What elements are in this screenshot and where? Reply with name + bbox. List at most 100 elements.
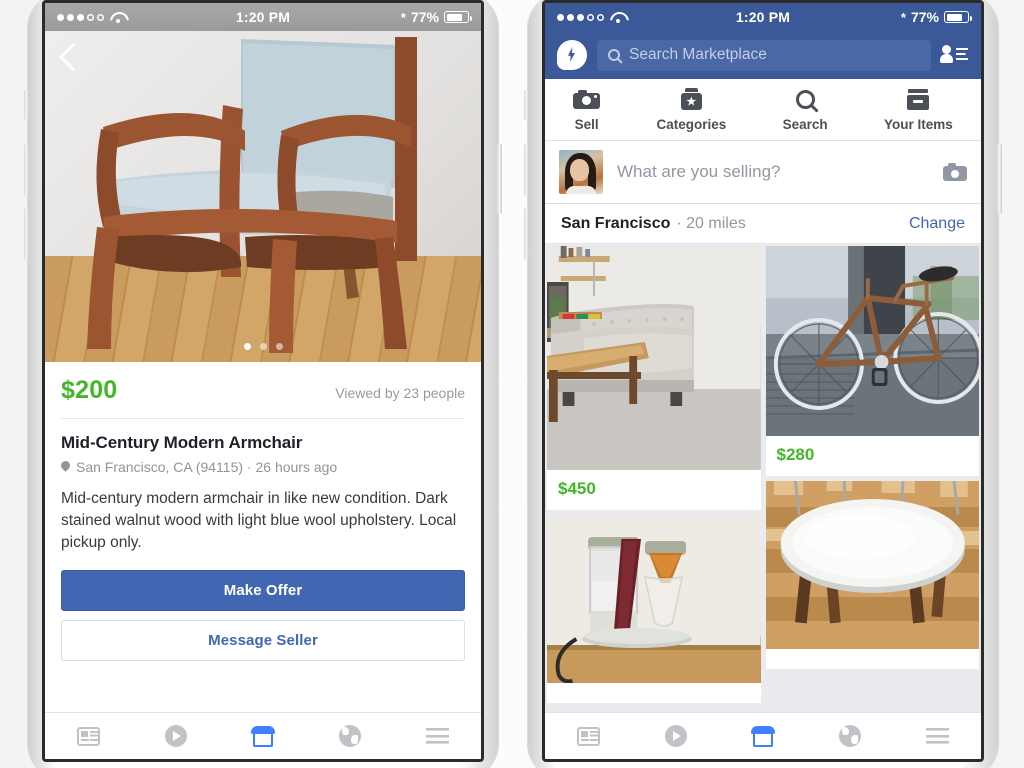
location-city: San Francisco	[561, 214, 671, 232]
composer-placeholder: What are you selling?	[617, 162, 781, 181]
listing-column-right: $280	[765, 246, 980, 703]
nav-menu[interactable]	[922, 723, 952, 749]
video-play-icon	[664, 725, 687, 747]
listing-price-coffee	[547, 683, 761, 703]
nav-news-feed[interactable]	[574, 723, 604, 749]
search-icon	[795, 87, 815, 111]
nav-video[interactable]	[661, 723, 691, 749]
bottom-nav-bar	[545, 712, 981, 759]
product-photo[interactable]	[45, 31, 481, 362]
tab-categories[interactable]: ★ Categories	[656, 87, 727, 132]
avatar[interactable]	[559, 150, 603, 194]
listing-column-left: $450	[547, 246, 761, 703]
battery-icon	[444, 11, 472, 23]
photo-page-dots	[45, 343, 481, 350]
message-seller-button[interactable]: Message Seller	[61, 620, 465, 661]
camera-icon[interactable]	[943, 163, 967, 181]
power-button	[497, 144, 502, 214]
listing-detail-panel: $200 Viewed by 23 people Mid-Century Mod…	[45, 362, 481, 712]
listing-card-bike[interactable]: $280	[765, 246, 979, 476]
news-feed-icon	[77, 726, 101, 746]
listing-image-coffee	[547, 515, 761, 684]
screenshot-stage: 1:20 PM * 77% $200 Viewed by 23 people M…	[0, 0, 1024, 768]
nav-notifications[interactable]	[335, 723, 365, 749]
armchair-illustration	[45, 31, 481, 362]
status-bar: 1:20 PM * 77%	[545, 3, 981, 31]
location-filter-row: San Francisco · 20 miles Change	[545, 204, 981, 244]
tab-search-label: Search	[782, 117, 828, 132]
hamburger-menu-icon	[925, 728, 949, 744]
tab-search[interactable]: Search	[783, 87, 828, 132]
page-dot-3[interactable]	[275, 343, 283, 350]
sell-composer-row[interactable]: What are you selling?	[545, 141, 981, 204]
listing-description: Mid-century modern armchair in like new …	[61, 490, 457, 551]
listing-price-sofa: $450	[558, 479, 596, 498]
jar-star-icon: ★	[680, 87, 702, 111]
right-phone-screen: 1:20 PM * 77% Search Marketplace Sell ★ …	[542, 0, 984, 762]
globe-notifications-icon	[839, 725, 862, 747]
tab-categories-label: Categories	[656, 117, 727, 132]
location-distance: · 20 miles	[676, 214, 746, 232]
news-feed-icon	[577, 726, 601, 746]
change-location-link[interactable]: Change	[909, 215, 965, 233]
app-header-bar: Search Marketplace	[545, 31, 981, 79]
search-placeholder: Search Marketplace	[629, 46, 767, 63]
status-bar-time: 1:20 PM	[235, 9, 291, 25]
volume-down-button	[524, 208, 529, 260]
listing-meta-row: San Francisco, CA (94115) · 26 hours ago	[61, 453, 465, 475]
bottom-nav-bar	[45, 712, 481, 759]
listing-grid: $450 $280	[545, 246, 981, 703]
nav-marketplace[interactable]	[248, 723, 278, 749]
left-phone-screen: 1:20 PM * 77% $200 Viewed by 23 people M…	[42, 0, 484, 762]
volume-up-button	[524, 144, 529, 196]
listing-title: Mid-Century Modern Armchair	[61, 433, 303, 452]
video-play-icon	[164, 725, 187, 747]
listing-image-table	[765, 481, 979, 649]
nav-news-feed[interactable]	[74, 723, 104, 749]
listing-location: San Francisco, CA (94115) · 26 hours ago	[76, 459, 338, 475]
mute-switch	[524, 90, 529, 120]
archive-box-icon	[907, 87, 930, 111]
map-pin-icon	[61, 461, 70, 474]
page-dot-1[interactable]	[243, 343, 251, 350]
nav-marketplace[interactable]	[748, 723, 778, 749]
search-input[interactable]: Search Marketplace	[597, 39, 931, 71]
volume-down-button	[24, 208, 29, 260]
volume-up-button	[24, 144, 29, 196]
marketplace-feed[interactable]: $450 $280	[545, 244, 981, 712]
left-phone-device: 1:20 PM * 77% $200 Viewed by 23 people M…	[24, 0, 502, 768]
listing-price-table	[766, 649, 980, 669]
status-bar-time: 1:20 PM	[735, 9, 791, 25]
right-phone-device: 1:20 PM * 77% Search Marketplace Sell ★ …	[524, 0, 1002, 768]
listing-card-sofa[interactable]: $450	[547, 246, 761, 510]
status-bar: 1:20 PM * 77%	[45, 3, 481, 31]
tab-sell-label: Sell	[574, 117, 599, 132]
marketplace-storefront-icon	[250, 725, 275, 747]
hamburger-menu-icon	[425, 728, 449, 744]
contacts-icon[interactable]	[940, 43, 969, 67]
tab-your-items[interactable]: Your Items	[884, 87, 953, 132]
search-icon	[608, 49, 620, 61]
nav-menu[interactable]	[422, 723, 452, 749]
view-count-label: Viewed by 23 people	[335, 385, 465, 401]
listing-image-sofa	[547, 246, 761, 470]
nav-video[interactable]	[161, 723, 191, 749]
globe-notifications-icon	[339, 725, 362, 747]
camera-icon	[573, 87, 601, 111]
listing-image-bike	[765, 246, 979, 436]
nav-notifications[interactable]	[835, 723, 865, 749]
marketplace-quick-tabs: Sell ★ Categories Search Your Items	[545, 79, 981, 141]
price-row: $200 Viewed by 23 people	[61, 362, 465, 419]
mute-switch	[24, 90, 29, 120]
listing-price-bike: $280	[776, 445, 815, 464]
battery-icon	[944, 11, 972, 23]
listing-card-table[interactable]	[765, 481, 980, 669]
page-dot-2[interactable]	[259, 343, 267, 350]
make-offer-button[interactable]: Make Offer	[61, 570, 465, 611]
messenger-icon[interactable]	[557, 40, 587, 70]
marketplace-storefront-icon	[750, 725, 775, 747]
listing-card-coffee[interactable]	[547, 515, 761, 703]
tab-sell[interactable]: Sell	[573, 87, 601, 132]
tab-your-items-label: Your Items	[884, 117, 953, 132]
listing-price: $200	[61, 376, 118, 404]
